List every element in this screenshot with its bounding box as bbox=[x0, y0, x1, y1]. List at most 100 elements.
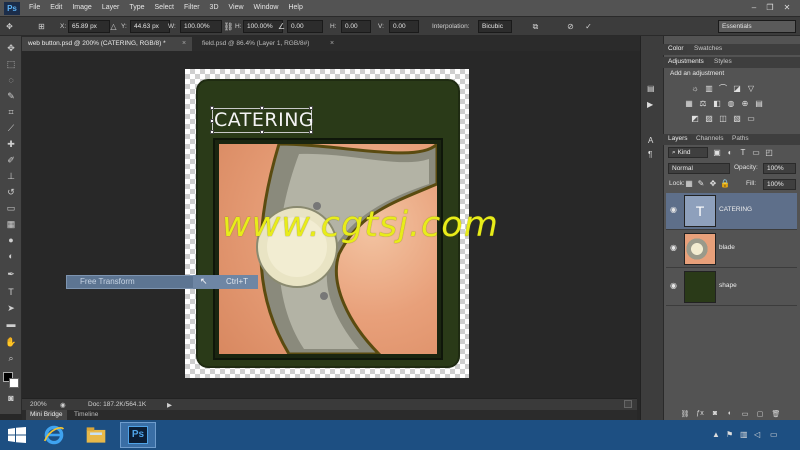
menu-image[interactable]: Image bbox=[67, 0, 96, 16]
restore-button[interactable]: ❐ bbox=[764, 2, 776, 13]
hskew-field[interactable]: 0.00 bbox=[341, 20, 371, 33]
quick-select-tool-icon[interactable]: ✎ bbox=[4, 90, 18, 103]
color-lookup-icon[interactable]: ▤ bbox=[754, 99, 764, 108]
trash-icon[interactable]: 🗑 bbox=[771, 410, 781, 420]
x-field[interactable]: 65.89 px bbox=[68, 20, 110, 33]
chain-icon[interactable]: ⛓ bbox=[223, 21, 234, 32]
layer-row-blade[interactable]: ◉ blade bbox=[666, 231, 797, 268]
minimize-button[interactable]: – bbox=[748, 2, 760, 13]
filter-shape-icon[interactable]: ▭ bbox=[751, 148, 761, 157]
tab-layers[interactable]: Layers bbox=[665, 134, 691, 144]
menu-edit[interactable]: Edit bbox=[45, 0, 67, 16]
blur-tool-icon[interactable]: ● bbox=[4, 234, 18, 247]
path-select-icon[interactable]: ➤ bbox=[4, 302, 18, 315]
adjustment-layer-icon[interactable]: ◐ bbox=[725, 410, 735, 420]
levels-icon[interactable]: ▥ bbox=[704, 84, 714, 93]
vskew-field[interactable]: 0.00 bbox=[389, 20, 419, 33]
hand-tool-icon[interactable]: ✋ bbox=[4, 336, 18, 349]
fill-field[interactable]: 100% bbox=[763, 179, 796, 190]
zoom-level[interactable]: 200% bbox=[30, 401, 47, 408]
tab-channels[interactable]: Channels bbox=[693, 134, 726, 144]
new-group-icon[interactable]: ▭ bbox=[740, 410, 750, 420]
paragraph-icon[interactable]: ¶ bbox=[648, 150, 652, 159]
lock-image-icon[interactable]: ✎ bbox=[696, 179, 706, 188]
stamp-tool-icon[interactable]: ⊥ bbox=[4, 170, 18, 183]
network-icon[interactable]: ▥ bbox=[740, 430, 748, 439]
tab-swatches[interactable]: Swatches bbox=[691, 44, 725, 54]
info-icon[interactable]: ◉ bbox=[60, 401, 66, 409]
tab-styles[interactable]: Styles bbox=[711, 57, 735, 67]
background-color-swatch[interactable] bbox=[9, 378, 19, 388]
shape-tool-icon[interactable]: ▬ bbox=[4, 318, 18, 331]
eyedropper-tool-icon[interactable]: ⟋ bbox=[4, 122, 18, 135]
flag-icon[interactable]: ⚑ bbox=[726, 430, 733, 439]
close-icon[interactable]: × bbox=[330, 37, 334, 51]
photoshop-taskbar-icon[interactable]: Ps bbox=[120, 422, 156, 448]
menu-filter[interactable]: Filter bbox=[179, 0, 205, 16]
layer-row-shape[interactable]: ◉ shape bbox=[666, 269, 797, 306]
layer-style-icon[interactable]: ƒx bbox=[695, 410, 705, 420]
lasso-tool-icon[interactable]: ◌ bbox=[4, 74, 18, 87]
tab-adjustments[interactable]: Adjustments bbox=[665, 57, 707, 67]
blend-mode-select[interactable]: Normal bbox=[668, 163, 730, 174]
lock-position-icon[interactable]: ✥ bbox=[708, 179, 718, 188]
layer-kind-filter[interactable]: ⌕ Kind bbox=[668, 147, 708, 158]
y-field[interactable]: 44.63 px bbox=[130, 20, 170, 33]
new-layer-icon[interactable]: ▢ bbox=[755, 410, 765, 420]
brush-tool-icon[interactable]: ✐ bbox=[4, 154, 18, 167]
vibrance-icon[interactable]: ▽ bbox=[746, 84, 756, 93]
lock-transparent-icon[interactable]: ▦ bbox=[684, 179, 694, 188]
menu-layer[interactable]: Layer bbox=[97, 0, 125, 16]
gradient-map-icon[interactable]: ▭ bbox=[746, 114, 756, 123]
curves-icon[interactable]: ⌒ bbox=[718, 84, 728, 93]
character-icon[interactable]: A bbox=[648, 136, 653, 145]
interpolation-select[interactable]: Bicubic bbox=[478, 20, 512, 33]
tab-web-button[interactable]: web button.psd @ 200% (CATERING, RGB/8) … bbox=[22, 37, 192, 51]
lock-all-icon[interactable]: 🔒 bbox=[720, 179, 730, 188]
bw-icon[interactable]: ◧ bbox=[712, 99, 722, 108]
type-tool-icon[interactable]: T bbox=[4, 286, 18, 299]
hue-icon[interactable]: ▦ bbox=[684, 99, 694, 108]
eye-icon[interactable]: ◉ bbox=[670, 243, 677, 252]
tab-paths[interactable]: Paths bbox=[729, 134, 752, 144]
move-tool-icon[interactable]: ✥ bbox=[4, 42, 18, 55]
quick-mask-icon[interactable]: ◙ bbox=[4, 392, 18, 405]
move-tool-icon[interactable]: ✥ bbox=[4, 21, 15, 32]
tab-timeline[interactable]: Timeline bbox=[70, 410, 102, 420]
tab-field[interactable]: field.psd @ 86.4% (Layer 1, RGB/8#) × bbox=[196, 37, 346, 51]
status-menu-arrow[interactable]: ▶ bbox=[167, 401, 172, 409]
menu-view[interactable]: View bbox=[224, 0, 249, 16]
keyboard-icon[interactable]: ▭ bbox=[770, 430, 778, 439]
link-icon[interactable]: △ bbox=[108, 21, 119, 32]
invert-icon[interactable]: ◩ bbox=[690, 114, 700, 123]
exposure-icon[interactable]: ◪ bbox=[732, 84, 742, 93]
tray-arrow-icon[interactable]: ▲ bbox=[712, 430, 720, 439]
tab-mini-bridge[interactable]: Mini Bridge bbox=[26, 410, 67, 420]
threshold-icon[interactable]: ◫ bbox=[718, 114, 728, 123]
menu-help[interactable]: Help bbox=[283, 0, 307, 16]
selective-color-icon[interactable]: ▧ bbox=[732, 114, 742, 123]
filter-pixel-icon[interactable]: ▣ bbox=[712, 148, 722, 157]
close-button[interactable]: ✕ bbox=[781, 2, 793, 13]
actions-icon[interactable]: ▶ bbox=[647, 100, 653, 109]
w-field[interactable]: 100.00% bbox=[180, 20, 222, 33]
menu-window[interactable]: Window bbox=[249, 0, 284, 16]
brightness-icon[interactable]: ☼ bbox=[690, 84, 700, 93]
marquee-tool-icon[interactable]: ⬚ bbox=[4, 58, 18, 71]
posterize-icon[interactable]: ▨ bbox=[704, 114, 714, 123]
history-icon[interactable]: ▤ bbox=[647, 84, 655, 93]
menu-select[interactable]: Select bbox=[150, 0, 179, 16]
layer-row-catering[interactable]: ◉ T CATERING bbox=[666, 193, 797, 230]
healing-tool-icon[interactable]: ✚ bbox=[4, 138, 18, 151]
volume-icon[interactable]: ◁ bbox=[754, 430, 760, 439]
zoom-tool-icon[interactable]: ⌕ bbox=[4, 352, 18, 365]
balance-icon[interactable]: ⚖ bbox=[698, 99, 708, 108]
crop-tool-icon[interactable]: ⌗ bbox=[4, 106, 18, 119]
menu-type[interactable]: Type bbox=[124, 0, 149, 16]
close-icon[interactable]: × bbox=[182, 37, 186, 51]
internet-explorer-icon[interactable] bbox=[36, 422, 72, 448]
gradient-tool-icon[interactable]: ▦ bbox=[4, 218, 18, 231]
layer-mask-icon[interactable]: ◙ bbox=[710, 410, 720, 420]
eraser-tool-icon[interactable]: ▭ bbox=[4, 202, 18, 215]
angle-field[interactable]: 0.00 bbox=[287, 20, 323, 33]
